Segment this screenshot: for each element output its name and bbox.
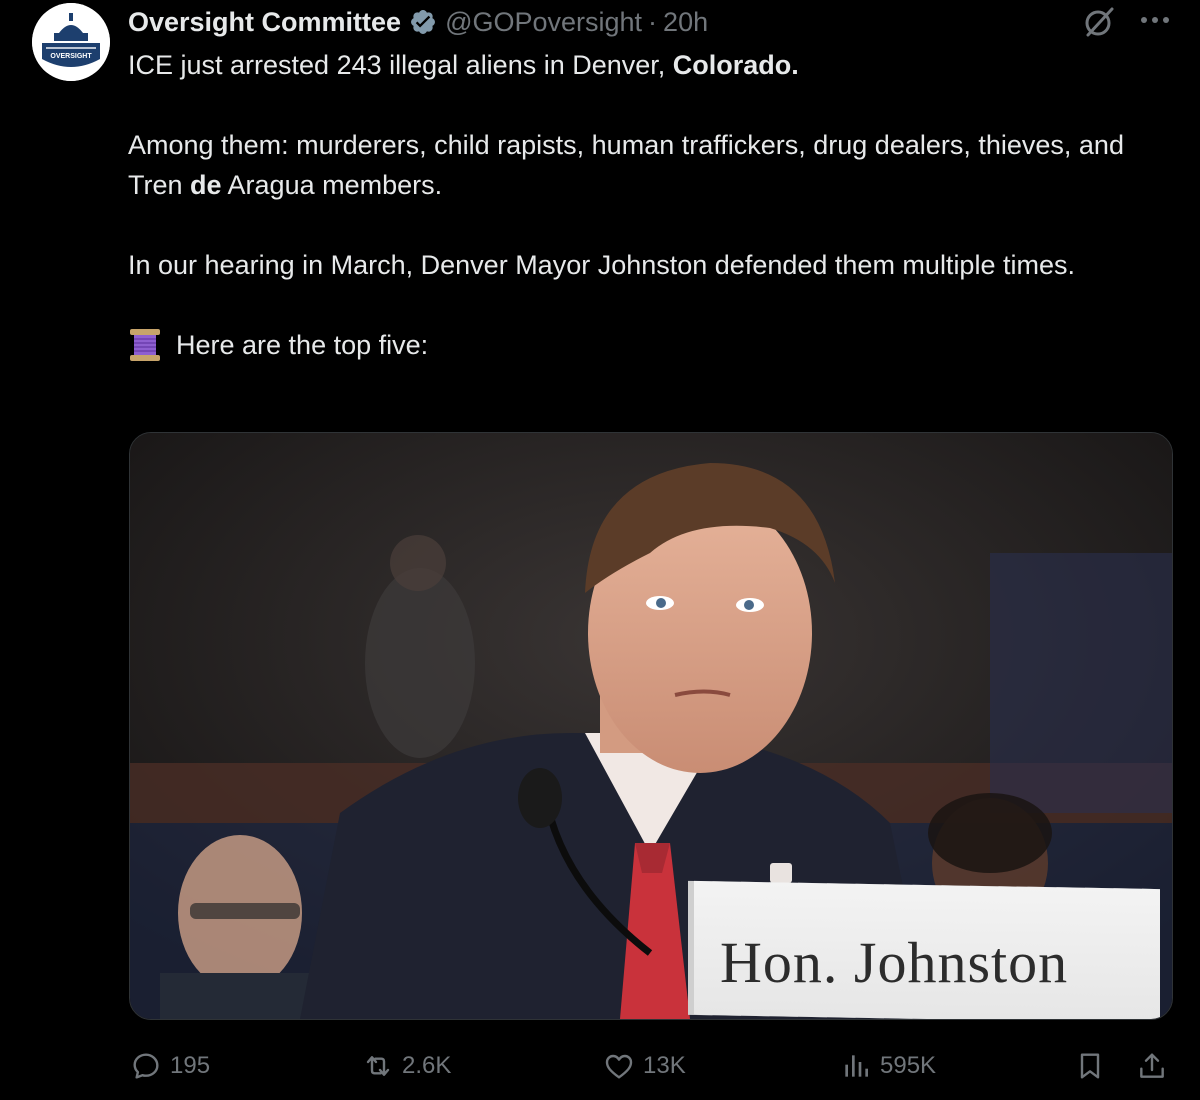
- tweet-line-1-text: ICE just arrested 243 illegal aliens in …: [128, 50, 673, 80]
- reply-button[interactable]: 195: [130, 1040, 210, 1092]
- verified-badge-icon[interactable]: [409, 8, 437, 36]
- share-icon: [1140, 1053, 1164, 1078]
- tweet-header: Oversight Committee @GOPoversight · 20h: [128, 2, 708, 42]
- tweet-para-2-bold: de: [190, 170, 222, 200]
- tweet-paragraph-3: In our hearing in March, Denver Mayor Jo…: [128, 250, 1075, 280]
- repost-button[interactable]: 2.6K: [362, 1040, 451, 1092]
- tweet-text: ICE just arrested 243 illegal aliens in …: [128, 45, 1158, 365]
- separator-dot: ·: [648, 6, 658, 37]
- tweet-paragraph-2: Among them: murderers, child rapists, hu…: [128, 125, 1158, 205]
- bookmark-icon: [1080, 1053, 1100, 1079]
- tweet-paragraph-4: Here are the top five:: [128, 325, 1158, 365]
- bookmark-button[interactable]: [1074, 1040, 1114, 1092]
- tweet-para-2-part-2: Aragua members.: [221, 170, 443, 200]
- repost-count: 2.6K: [402, 1052, 452, 1079]
- views-chart-icon: [845, 1055, 868, 1077]
- more-options-icon[interactable]: [1137, 8, 1173, 32]
- tweet-para-4-text: Here are the top five:: [176, 330, 429, 360]
- reply-icon: [133, 1053, 159, 1079]
- grok-icon[interactable]: [1082, 5, 1116, 39]
- like-button[interactable]: 13K: [603, 1040, 686, 1092]
- nameplate-text: Hon. Johnston: [720, 930, 1069, 995]
- handle[interactable]: @GOPoversight: [445, 7, 642, 38]
- oversight-logo-icon: OVERSIGHT: [32, 3, 110, 81]
- display-name[interactable]: Oversight Committee: [128, 7, 401, 38]
- tweet-photo[interactable]: Hon. Johnston: [129, 432, 1173, 1020]
- heart-icon: [605, 1054, 633, 1079]
- tweet-line-1-bold: Colorado.: [672, 50, 799, 80]
- tweet-paragraph-1: ICE just arrested 243 illegal aliens in …: [128, 45, 1158, 85]
- share-button[interactable]: [1136, 1040, 1176, 1092]
- avatar-logo-text: OVERSIGHT: [50, 53, 92, 60]
- spool-of-thread-icon: [128, 327, 162, 363]
- avatar[interactable]: OVERSIGHT: [32, 3, 110, 81]
- reply-count: 195: [170, 1052, 211, 1079]
- views-button[interactable]: 595K: [840, 1040, 936, 1092]
- like-count: 13K: [643, 1052, 686, 1079]
- action-bar: 195 2.6K 13K 595K: [0, 1040, 1200, 1092]
- views-count: 595K: [880, 1052, 937, 1079]
- timestamp[interactable]: 20h: [663, 7, 708, 38]
- repost-icon: [366, 1056, 390, 1076]
